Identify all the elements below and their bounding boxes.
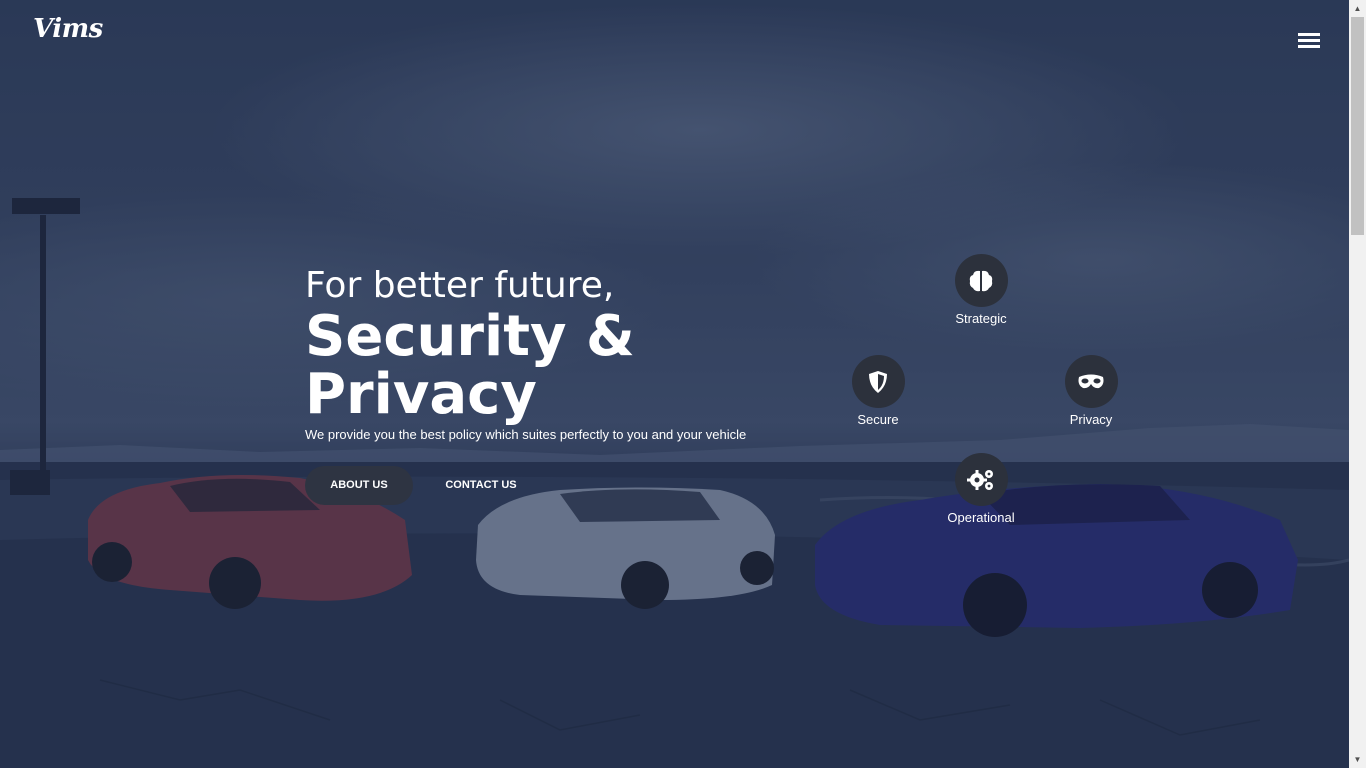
feature-label: Privacy (1069, 412, 1113, 427)
page-scrollbar[interactable]: ▲ ▼ (1349, 0, 1366, 768)
menu-line (1298, 45, 1320, 48)
feature-privacy: Privacy (1036, 355, 1146, 427)
scroll-down-arrow-icon[interactable]: ▼ (1349, 751, 1366, 768)
contact-us-button[interactable]: CONTACT US (430, 466, 532, 505)
hero-title: Security & Privacy (305, 304, 635, 427)
about-us-button[interactable]: ABOUT US (305, 466, 413, 505)
shield-icon (851, 355, 905, 408)
feature-operational: Operational (926, 453, 1036, 525)
mask-icon (1064, 355, 1118, 408)
feature-label: Strategic (955, 311, 1007, 326)
feature-label: Secure (857, 412, 899, 427)
feature-label: Operational (947, 510, 1015, 525)
hero-text: For better future, Security & Privacy (305, 264, 725, 424)
hero-subtitle: For better future, (305, 265, 615, 306)
menu-line (1298, 33, 1320, 36)
feature-secure: Secure (823, 355, 933, 427)
brain-icon (954, 254, 1008, 307)
gears-icon (954, 453, 1008, 506)
feature-strategic: Strategic (926, 254, 1036, 326)
hero-description: We provide you the best policy which sui… (305, 427, 747, 442)
scroll-up-arrow-icon[interactable]: ▲ (1349, 0, 1366, 17)
menu-line (1298, 39, 1320, 42)
hamburger-menu-icon[interactable] (1298, 33, 1320, 49)
page: Vims For better future, Security & Priva… (0, 0, 1366, 768)
site-logo[interactable]: Vims (33, 14, 103, 44)
scrollbar-thumb[interactable] (1351, 17, 1364, 235)
